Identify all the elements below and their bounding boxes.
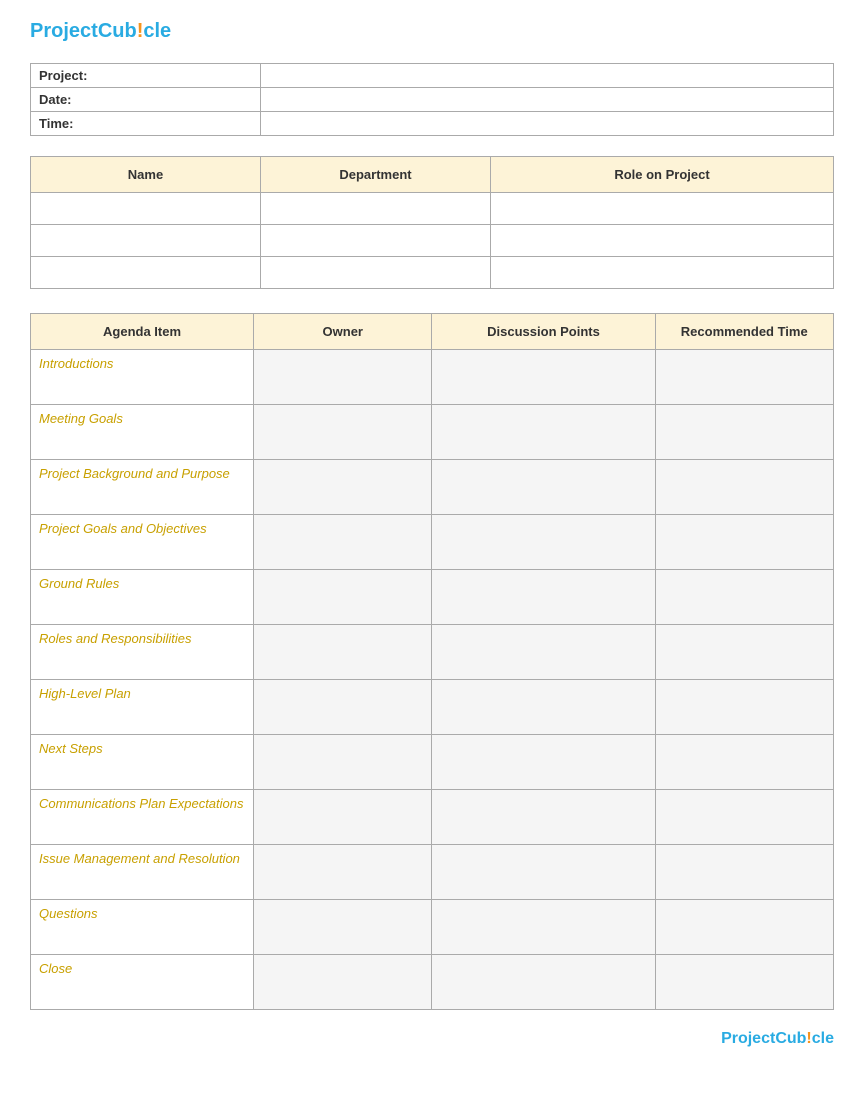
agenda-cell-item: Close <box>31 955 254 1010</box>
attendee-row <box>31 193 834 225</box>
agenda-cell-owner[interactable] <box>254 625 432 680</box>
info-row: Project: <box>31 64 834 88</box>
agenda-cell-discussion[interactable] <box>432 460 655 515</box>
agenda-cell-item: Next Steps <box>31 735 254 790</box>
attendee-row <box>31 225 834 257</box>
agenda-cell-owner[interactable] <box>254 570 432 625</box>
agenda-cell-discussion[interactable] <box>432 570 655 625</box>
agenda-row: Roles and Responsibilities <box>31 625 834 680</box>
agenda-cell-time[interactable] <box>655 405 833 460</box>
info-label: Time: <box>31 112 261 136</box>
agenda-cell-discussion[interactable] <box>432 680 655 735</box>
attendees-table: NameDepartmentRole on Project <box>30 156 834 289</box>
attendee-cell[interactable] <box>261 257 491 289</box>
agenda-cell-item: Introductions <box>31 350 254 405</box>
agenda-cell-discussion[interactable] <box>432 405 655 460</box>
agenda-row: Meeting Goals <box>31 405 834 460</box>
agenda-cell-owner[interactable] <box>254 955 432 1010</box>
agenda-cell-time[interactable] <box>655 570 833 625</box>
agenda-col-header: Owner <box>254 314 432 350</box>
agenda-cell-time[interactable] <box>655 900 833 955</box>
info-table: Project:Date:Time: <box>30 63 834 136</box>
agenda-cell-owner[interactable] <box>254 680 432 735</box>
agenda-cell-owner[interactable] <box>254 900 432 955</box>
agenda-cell-time[interactable] <box>655 790 833 845</box>
attendees-col-header: Department <box>261 157 491 193</box>
agenda-row: High-Level Plan <box>31 680 834 735</box>
logo-text-cle: cle <box>143 20 171 42</box>
agenda-cell-owner[interactable] <box>254 350 432 405</box>
agenda-cell-time[interactable] <box>655 845 833 900</box>
footer-text-project: Project <box>721 1030 775 1047</box>
footer-text-cub: Cub <box>775 1030 806 1047</box>
attendee-cell[interactable] <box>491 193 834 225</box>
agenda-cell-discussion[interactable] <box>432 735 655 790</box>
agenda-cell-time[interactable] <box>655 515 833 570</box>
agenda-cell-item: Roles and Responsibilities <box>31 625 254 680</box>
agenda-cell-item: Project Background and Purpose <box>31 460 254 515</box>
agenda-cell-owner[interactable] <box>254 735 432 790</box>
agenda-cell-time[interactable] <box>655 955 833 1010</box>
agenda-cell-time[interactable] <box>655 350 833 405</box>
agenda-col-header: Agenda Item <box>31 314 254 350</box>
agenda-cell-owner[interactable] <box>254 460 432 515</box>
agenda-cell-item: Meeting Goals <box>31 405 254 460</box>
agenda-row: Ground Rules <box>31 570 834 625</box>
attendee-cell[interactable] <box>491 257 834 289</box>
agenda-table: Agenda ItemOwnerDiscussion PointsRecomme… <box>30 313 834 1010</box>
agenda-cell-item: Ground Rules <box>31 570 254 625</box>
agenda-row: Questions <box>31 900 834 955</box>
attendee-row <box>31 257 834 289</box>
logo-footer: ProjectCub!cle <box>30 1030 834 1048</box>
attendees-col-header: Name <box>31 157 261 193</box>
info-label: Project: <box>31 64 261 88</box>
attendee-cell[interactable] <box>31 257 261 289</box>
info-value[interactable] <box>261 88 834 112</box>
logo-header: ProjectCub!cle <box>30 20 834 43</box>
agenda-cell-time[interactable] <box>655 680 833 735</box>
info-row: Time: <box>31 112 834 136</box>
agenda-cell-discussion[interactable] <box>432 955 655 1010</box>
agenda-cell-owner[interactable] <box>254 515 432 570</box>
agenda-cell-discussion[interactable] <box>432 350 655 405</box>
attendee-cell[interactable] <box>31 193 261 225</box>
info-label: Date: <box>31 88 261 112</box>
info-value[interactable] <box>261 112 834 136</box>
agenda-cell-time[interactable] <box>655 735 833 790</box>
agenda-cell-time[interactable] <box>655 625 833 680</box>
agenda-row: Next Steps <box>31 735 834 790</box>
agenda-row: Project Goals and Objectives <box>31 515 834 570</box>
agenda-cell-discussion[interactable] <box>432 515 655 570</box>
attendee-cell[interactable] <box>31 225 261 257</box>
agenda-cell-item: Communications Plan Expectations <box>31 790 254 845</box>
agenda-cell-owner[interactable] <box>254 405 432 460</box>
agenda-cell-discussion[interactable] <box>432 900 655 955</box>
attendee-cell[interactable] <box>261 193 491 225</box>
attendee-cell[interactable] <box>491 225 834 257</box>
agenda-row: Communications Plan Expectations <box>31 790 834 845</box>
agenda-cell-owner[interactable] <box>254 790 432 845</box>
agenda-cell-item: Project Goals and Objectives <box>31 515 254 570</box>
agenda-col-header: Discussion Points <box>432 314 655 350</box>
info-row: Date: <box>31 88 834 112</box>
agenda-col-header: Recommended Time <box>655 314 833 350</box>
agenda-row: Issue Management and Resolution <box>31 845 834 900</box>
logo-text-cub: Cub <box>98 20 137 42</box>
logo-text-project: Project <box>30 20 98 42</box>
agenda-cell-item: Issue Management and Resolution <box>31 845 254 900</box>
agenda-cell-time[interactable] <box>655 460 833 515</box>
info-value[interactable] <box>261 64 834 88</box>
agenda-row: Close <box>31 955 834 1010</box>
attendee-cell[interactable] <box>261 225 491 257</box>
agenda-cell-item: High-Level Plan <box>31 680 254 735</box>
agenda-cell-owner[interactable] <box>254 845 432 900</box>
agenda-cell-discussion[interactable] <box>432 845 655 900</box>
attendees-col-header: Role on Project <box>491 157 834 193</box>
agenda-row: Project Background and Purpose <box>31 460 834 515</box>
agenda-cell-discussion[interactable] <box>432 790 655 845</box>
agenda-cell-item: Questions <box>31 900 254 955</box>
agenda-cell-discussion[interactable] <box>432 625 655 680</box>
agenda-row: Introductions <box>31 350 834 405</box>
footer-text-cle: cle <box>812 1030 834 1047</box>
